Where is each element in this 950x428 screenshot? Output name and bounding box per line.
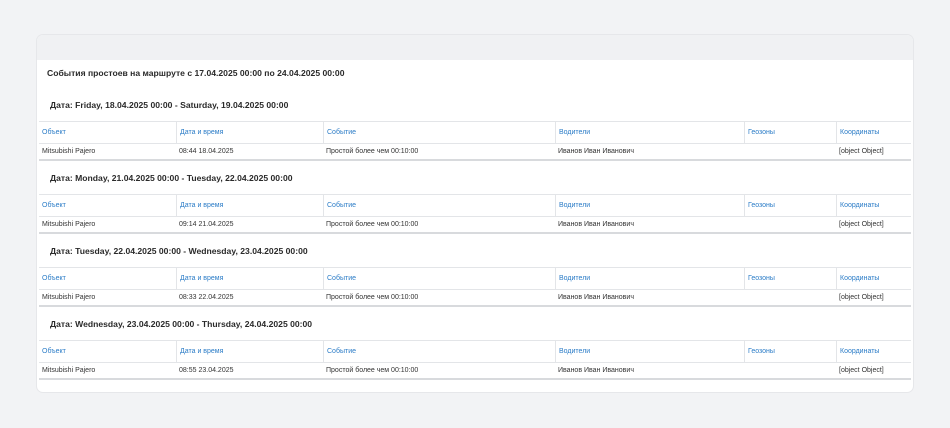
cell-datetime: 09:14 21.04.2025 — [179, 221, 234, 228]
report-card: События простоев на маршруте с 17.04.202… — [37, 35, 913, 392]
column-header-datetime[interactable]: Дата и время — [176, 122, 323, 143]
cell-object: Mitsubishi Pajero — [42, 367, 96, 374]
table-row: Mitsubishi Pajero 08:33 22.04.2025 Прост… — [39, 290, 911, 307]
column-header-object[interactable]: Объект — [39, 195, 176, 216]
cell-event: Простой более чем 00:10:00 — [326, 367, 419, 374]
column-header-drivers[interactable]: Водители — [555, 122, 744, 143]
column-header-object[interactable]: Объект — [39, 122, 176, 143]
column-header-geozones[interactable]: Геозоны — [744, 122, 836, 143]
column-header-coordinates[interactable]: Координаты — [836, 341, 911, 362]
column-header-datetime[interactable]: Дата и время — [176, 268, 323, 289]
cell-drivers: Иванов Иван Иванович — [558, 294, 634, 301]
cell-geozones — [744, 290, 836, 305]
column-header-event[interactable]: Событие — [323, 341, 555, 362]
cell-event: Простой более чем 00:10:00 — [326, 148, 419, 155]
cell-object: Mitsubishi Pajero — [42, 221, 96, 228]
column-header-geozones[interactable]: Геозоны — [744, 341, 836, 362]
cell-event: Простой более чем 00:10:00 — [326, 221, 419, 228]
column-header-drivers[interactable]: Водители — [555, 195, 744, 216]
table-header-row: Объект Дата и время Событие Водители Гео… — [39, 340, 911, 363]
section-title: Дата: Monday, 21.04.2025 00:00 - Tuesday… — [50, 173, 293, 183]
section-title: Дата: Tuesday, 22.04.2025 00:00 - Wednes… — [50, 246, 308, 256]
cell-geozones — [744, 217, 836, 232]
section-title: Дата: Wednesday, 23.04.2025 00:00 - Thur… — [50, 319, 313, 329]
events-table: Объект Дата и время Событие Водители Гео… — [39, 267, 911, 307]
cell-datetime: 08:55 23.04.2025 — [179, 367, 234, 374]
cell-drivers: Иванов Иван Иванович — [558, 367, 634, 374]
cell-coordinates: [object Object] — [839, 148, 884, 155]
column-header-drivers[interactable]: Водители — [555, 341, 744, 362]
column-header-object[interactable]: Объект — [39, 341, 176, 362]
table-header-row: Объект Дата и время Событие Водители Гео… — [39, 267, 911, 290]
cell-drivers: Иванов Иван Иванович — [558, 221, 634, 228]
cell-drivers: Иванов Иван Иванович — [558, 148, 634, 155]
table-row: Mitsubishi Pajero 08:55 23.04.2025 Прост… — [39, 363, 911, 380]
events-table: Объект Дата и время Событие Водители Гео… — [39, 194, 911, 234]
cell-coordinates: [object Object] — [839, 294, 884, 301]
cell-object: Mitsubishi Pajero — [42, 294, 96, 301]
column-header-coordinates[interactable]: Координаты — [836, 195, 911, 216]
table-header-row: Объект Дата и время Событие Водители Гео… — [39, 194, 911, 217]
table-row: Mitsubishi Pajero 09:14 21.04.2025 Прост… — [39, 217, 911, 234]
column-header-geozones[interactable]: Геозоны — [744, 268, 836, 289]
column-header-geozones[interactable]: Геозоны — [744, 195, 836, 216]
table-row: Mitsubishi Pajero 08:44 18.04.2025 Прост… — [39, 144, 911, 161]
column-header-coordinates[interactable]: Координаты — [836, 268, 911, 289]
section-title: Дата: Friday, 18.04.2025 00:00 - Saturda… — [50, 100, 289, 110]
cell-coordinates: [object Object] — [839, 221, 884, 228]
column-header-datetime[interactable]: Дата и время — [176, 341, 323, 362]
cell-geozones — [744, 363, 836, 378]
column-header-event[interactable]: Событие — [323, 195, 555, 216]
cell-datetime: 08:33 22.04.2025 — [179, 294, 234, 301]
column-header-datetime[interactable]: Дата и время — [176, 195, 323, 216]
column-header-object[interactable]: Объект — [39, 268, 176, 289]
column-header-coordinates[interactable]: Координаты — [836, 122, 911, 143]
column-header-event[interactable]: Событие — [323, 268, 555, 289]
cell-datetime: 08:44 18.04.2025 — [179, 148, 234, 155]
cell-object: Mitsubishi Pajero — [42, 148, 96, 155]
table-header-row: Объект Дата и время Событие Водители Гео… — [39, 121, 911, 144]
events-table: Объект Дата и время Событие Водители Гео… — [39, 340, 911, 380]
cell-geozones — [744, 144, 836, 159]
cell-event: Простой более чем 00:10:00 — [326, 294, 419, 301]
card-header — [37, 35, 913, 60]
events-table: Объект Дата и время Событие Водители Гео… — [39, 121, 911, 161]
report-title: События простоев на маршруте с 17.04.202… — [47, 68, 345, 78]
column-header-drivers[interactable]: Водители — [555, 268, 744, 289]
column-header-event[interactable]: Событие — [323, 122, 555, 143]
cell-coordinates: [object Object] — [839, 367, 884, 374]
